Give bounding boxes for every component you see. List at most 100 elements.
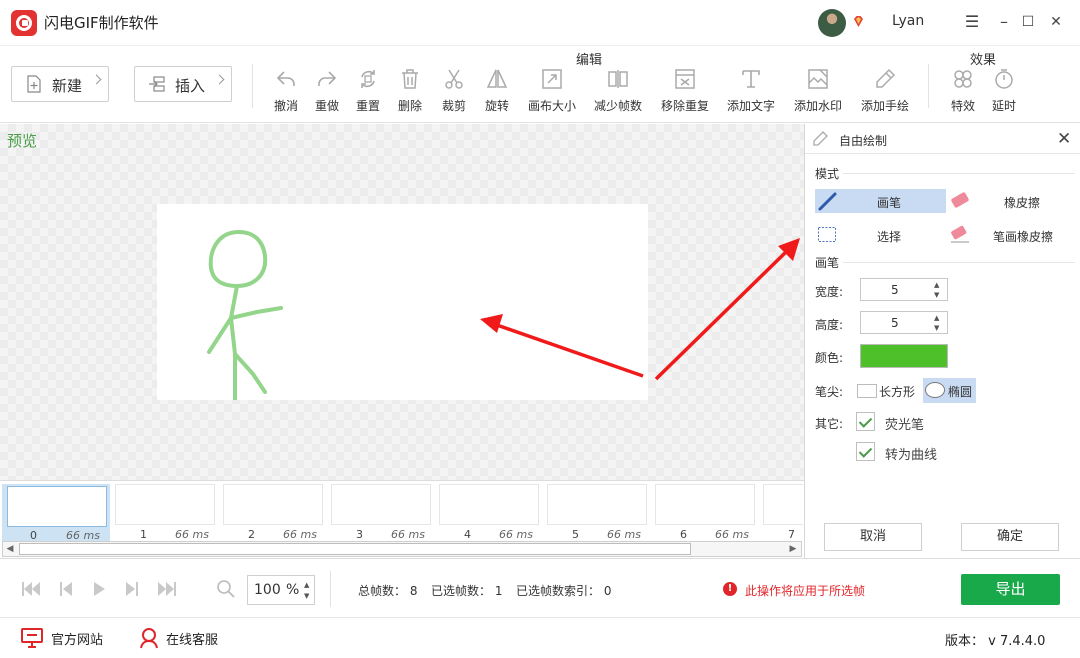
height-label: 高度: <box>815 318 844 332</box>
toolbar-divider <box>928 64 929 108</box>
minimize-button[interactable]: – <box>994 12 1014 32</box>
tip-ellipse-option[interactable]: 椭圆 <box>923 378 976 403</box>
ellipse-tip-icon <box>925 382 945 398</box>
highlighter-checkbox[interactable] <box>856 412 875 431</box>
add-text-button[interactable]: 添加文字 <box>722 68 780 116</box>
stepper-up-icon[interactable]: ▲ <box>304 581 309 589</box>
stepper-down-icon[interactable]: ▼ <box>304 592 309 600</box>
insert-button[interactable]: 插入 <box>134 66 232 102</box>
scrollbar-thumb[interactable] <box>19 543 691 555</box>
menu-icon[interactable]: ☰ <box>962 12 982 32</box>
chevron-right-icon <box>214 74 225 85</box>
avatar[interactable] <box>818 9 846 37</box>
new-button[interactable]: 新建 <box>11 66 109 102</box>
tip-rectangle-label: 长方形 <box>879 385 916 399</box>
cancel-button[interactable]: 取消 <box>824 523 922 551</box>
stick-figure-drawing <box>207 229 283 402</box>
eraser-icon <box>951 192 969 208</box>
mode-eraser-button[interactable]: 橡皮擦 <box>946 189 1077 213</box>
mode-select-label: 选择 <box>877 230 902 244</box>
vip-diamond-icon[interactable] <box>852 15 865 28</box>
rotate-button[interactable]: 旋转 <box>468 68 526 116</box>
panel-close-icon[interactable]: ✕ <box>1057 129 1071 149</box>
tip-rectangle-option[interactable]: 长方形 <box>857 380 922 402</box>
toolbar-divider <box>330 571 331 607</box>
app-logo-icon <box>11 10 37 36</box>
frame-item[interactable]: 4 66 ms <box>439 484 539 541</box>
stepper-up-icon[interactable]: ▲ <box>934 281 939 289</box>
stepper-down-icon[interactable]: ▼ <box>934 291 939 299</box>
mode-pen-button[interactable]: 画笔 <box>815 189 946 213</box>
mode-eraser-label: 橡皮擦 <box>1004 196 1041 210</box>
frame-filmstrip: 0 66 ms 1 66 ms 2 66 ms 3 66 ms 4 66 ms … <box>0 480 804 558</box>
drawing-canvas[interactable] <box>157 204 648 402</box>
frame-item[interactable]: 6 66 ms <box>655 484 755 541</box>
frame-item[interactable]: 7 <box>763 484 803 540</box>
insert-icon <box>149 76 165 92</box>
frame-item[interactable]: 3 66 ms <box>331 484 431 541</box>
effects-icon <box>954 70 972 88</box>
frame-duration: 66 ms <box>715 528 749 541</box>
stroke-eraser-icon <box>951 225 969 243</box>
color-label: 颜色: <box>815 351 844 365</box>
frame-item[interactable]: 5 66 ms <box>547 484 647 541</box>
next-frame-icon[interactable] <box>120 579 142 599</box>
frame-index: 5 <box>572 528 579 541</box>
stepper-up-icon[interactable]: ▲ <box>934 314 939 322</box>
previous-frame-icon[interactable] <box>56 579 78 599</box>
mode-section-label: 模式 <box>815 167 840 181</box>
mode-select-button[interactable]: 选择 <box>815 223 946 247</box>
width-stepper[interactable]: 5 ▲ ▼ <box>860 278 948 301</box>
frame-thumbnail <box>223 484 323 525</box>
username[interactable]: Lyan <box>892 13 924 29</box>
reduce-frames-button[interactable]: 减少帧数 <box>589 68 647 116</box>
frame-item[interactable]: 2 66 ms <box>223 484 323 541</box>
brush-section-label: 画笔 <box>815 256 840 270</box>
close-button[interactable]: ✕ <box>1046 12 1066 32</box>
canvas-size-button[interactable]: 画布大小 <box>523 68 581 116</box>
filmstrip-scrollbar[interactable]: ◀ ▶ <box>2 541 802 557</box>
frame-item[interactable]: 0 66 ms <box>2 484 110 543</box>
title-bar: 闪电GIF制作软件 Lyan ☰ – ☐ ✕ <box>0 0 1080 45</box>
height-stepper[interactable]: 5 ▲ ▼ <box>860 311 948 334</box>
scroll-right-icon[interactable]: ▶ <box>787 544 799 555</box>
zoom-value: 100 <box>254 582 281 598</box>
add-text-icon <box>742 70 760 88</box>
undo-icon <box>276 71 295 86</box>
add-drawing-button[interactable]: 添加手绘 <box>856 68 914 116</box>
tip-ellipse-label: 椭圆 <box>948 385 973 399</box>
chevron-right-icon <box>91 74 102 85</box>
canvas-size-icon <box>542 69 562 89</box>
confirm-button[interactable]: 确定 <box>961 523 1059 551</box>
toolbar: 新建 插入 编辑 效果 撤消 重做 重置 删除 裁剪 旋转 画布大小 减少帧数 … <box>0 45 1080 123</box>
remove-duplicates-button[interactable]: 移除重复 <box>656 68 714 116</box>
export-button[interactable]: 导出 <box>961 574 1060 605</box>
frame-index: 6 <box>680 528 687 541</box>
scissors-icon <box>445 69 463 89</box>
first-frame-icon[interactable] <box>20 579 42 599</box>
official-website-link[interactable]: 官方网站 <box>51 629 103 648</box>
frame-item[interactable]: 1 66 ms <box>115 484 215 541</box>
to-curve-label: 转为曲线 <box>885 448 938 463</box>
play-icon[interactable] <box>88 579 110 599</box>
warning-icon: ! <box>723 582 737 596</box>
last-frame-icon[interactable] <box>156 579 178 599</box>
free-draw-panel: 自由绘制 ✕ 模式 画笔 橡皮擦 选择 笔画橡皮擦 画笔 宽度: 5 ▲ ▼ 高… <box>804 124 1080 558</box>
delay-button[interactable]: 延时 <box>975 68 1033 116</box>
scroll-left-icon[interactable]: ◀ <box>4 544 16 555</box>
mode-stroke-eraser-button[interactable]: 笔画橡皮擦 <box>946 223 1077 247</box>
frame-thumbnail <box>763 484 803 525</box>
zoom-stepper[interactable]: 100 % ▲ ▼ <box>247 575 315 605</box>
add-watermark-button[interactable]: 添加水印 <box>789 68 847 116</box>
selected-frames: 已选帧数： 1 <box>431 584 503 598</box>
maximize-button[interactable]: ☐ <box>1018 12 1038 32</box>
online-support-link[interactable]: 在线客服 <box>166 629 218 648</box>
color-picker[interactable] <box>860 344 948 368</box>
effects-group-label: 效果 <box>970 53 997 68</box>
add-drawing-label: 添加手绘 <box>860 99 909 113</box>
app-window: 闪电GIF制作软件 Lyan ☰ – ☐ ✕ 新建 插入 编辑 效果 撤消 重做… <box>0 0 1080 658</box>
frame-thumbnail <box>439 484 539 525</box>
pencil-icon <box>813 131 828 146</box>
to-curve-checkbox[interactable] <box>856 442 875 461</box>
stepper-down-icon[interactable]: ▼ <box>934 324 939 332</box>
